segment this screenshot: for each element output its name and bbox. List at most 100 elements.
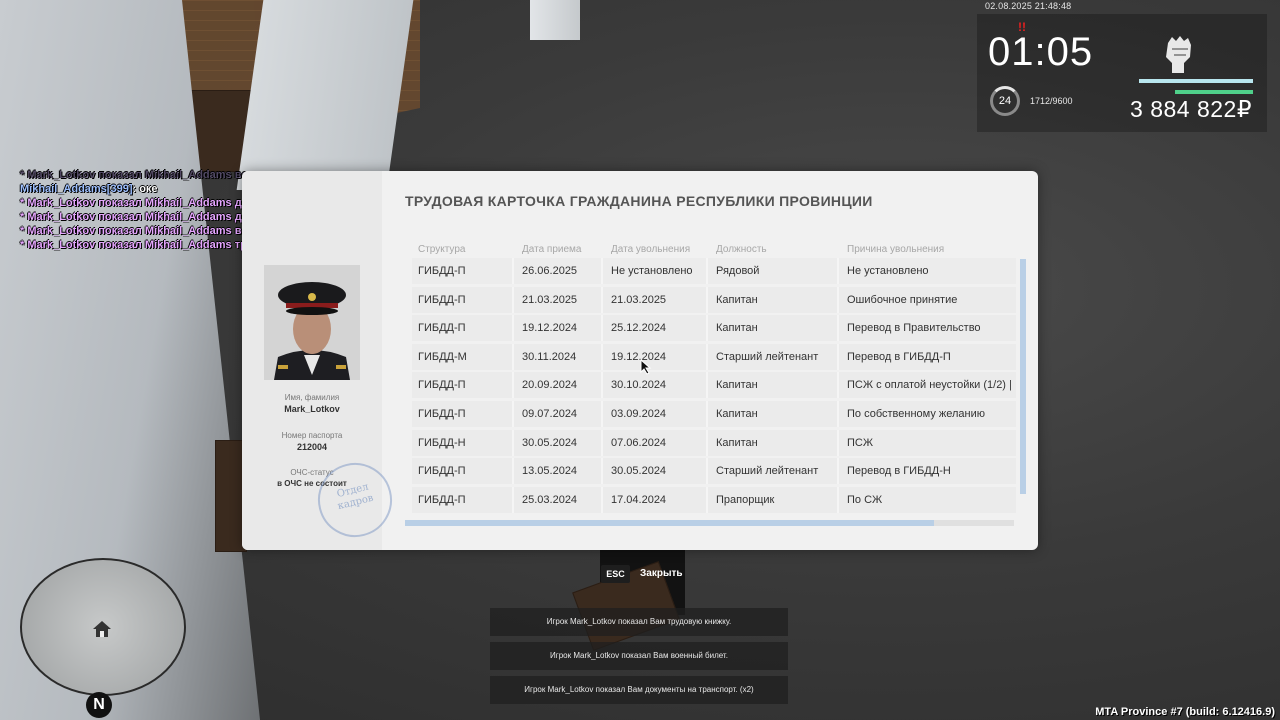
table-cell: Прапорщик [716,493,775,506]
table-cell: Капитан [716,322,758,335]
table-cell: Капитан [716,436,758,449]
level-indicator: 24 [990,86,1020,116]
column-divider [601,343,603,370]
notification: Игрок Mark_Lotkov показал Вам документы … [490,676,788,704]
column-header: Дата увольнения [611,244,691,255]
column-divider [512,258,514,284]
column-divider [706,343,708,370]
column-header: Должность [716,244,767,255]
table-header: Структура Дата приема Дата увольнения До… [418,244,1018,258]
table-cell: 13.05.2024 [522,465,578,478]
table-cell: 25.12.2024 [611,322,667,335]
horizontal-scrollbar[interactable] [405,520,1014,526]
table-cell: 21.03.2025 [522,293,578,306]
column-divider [706,429,708,456]
table-cell: Старший лейтенант [716,465,819,478]
cursor-icon [640,359,652,375]
table-row[interactable]: ГИБДД-П 26.06.2025 Не установлено Рядовой Не… [412,258,1016,284]
table-cell: ГИБДД-П [418,407,466,420]
column-divider [706,286,708,313]
table-row[interactable]: ГИБДД-П 13.05.2024 30.05.2024 Старший лейте… [412,458,1016,485]
pillar [530,0,580,40]
vertical-scroll-thumb[interactable] [1020,259,1026,494]
officer-portrait [264,265,360,380]
table-cell: 21.03.2025 [611,293,667,306]
column-divider [512,315,514,342]
column-divider [512,400,514,427]
table-cell: 25.03.2024 [522,493,578,506]
column-divider [837,343,839,370]
column-divider [512,486,514,513]
pillar [236,0,414,190]
north-icon: N [86,692,112,718]
build-info: MTA Province #7 (build: 6.12416.9) [1095,706,1275,718]
notification: Игрок Mark_Lotkov показал Вам трудовую к… [490,608,788,636]
fist-icon [1166,36,1191,73]
table-cell: ГИБДД-П [418,322,466,335]
table-cell: Капитан [716,407,758,420]
column-header: Дата приема [522,244,582,255]
table-row[interactable]: ГИБДД-Н 30.05.2024 07.06.2024 Капитан ПСЖ [412,429,1016,456]
employment-table[interactable]: ГИБДД-П 26.06.2025 Не установлено Рядовой Не… [412,258,1016,515]
close-button[interactable]: Закрыть [640,568,683,579]
table-row[interactable]: ГИБДД-М 30.11.2024 19.12.2024 Старший лейте… [412,343,1016,370]
table-cell: 07.06.2024 [611,436,667,449]
column-divider [601,258,603,284]
column-divider [512,429,514,456]
column-divider [706,458,708,485]
column-divider [601,429,603,456]
table-cell: Не установлено [611,265,693,277]
notification: Игрок Mark_Lotkov показал Вам военный би… [490,642,788,670]
xp-counter: 1712/9600 [1030,96,1073,106]
esc-key-button[interactable]: ESC [601,565,630,583]
table-row[interactable]: ГИБДД-П 20.09.2024 30.10.2024 Капитан ПСЖ с … [412,372,1016,399]
table-cell: Перевод в Правительство [847,322,981,335]
table-cell: 20.09.2024 [522,379,578,392]
game-scene: 02.08.2025 21:48:48 !! 01:05 24 1712/960… [0,0,1280,720]
column-divider [837,458,839,485]
column-divider [837,315,839,342]
column-divider [601,372,603,399]
money-display: 3 884 822₽ [1130,96,1252,122]
table-row[interactable]: ГИБДД-П 25.03.2024 17.04.2024 Прапорщик По С… [412,486,1016,513]
table-row[interactable]: ГИБДД-П 09.07.2024 03.09.2024 Капитан По соб… [412,400,1016,427]
table-cell: По СЖ [847,493,883,506]
column-divider [601,486,603,513]
table-cell: Рядовой [716,265,760,277]
table-cell: 30.10.2024 [611,379,667,392]
table-cell: ПСЖ с оплатой неустойки (1/2) | [847,379,1012,392]
column-divider [706,486,708,513]
column-divider [512,458,514,485]
table-cell: Старший лейтенант [716,350,819,363]
table-cell: ГИБДД-М [418,350,467,363]
table-cell: 09.07.2024 [522,407,578,420]
profile-photo [264,265,360,380]
column-divider [706,258,708,284]
column-divider [706,315,708,342]
vertical-scrollbar[interactable] [1020,259,1026,494]
table-cell: 30.05.2024 [522,436,578,449]
column-divider [512,286,514,313]
table-cell: ПСЖ [847,436,874,449]
table-cell: Перевод в ГИБДД-Н [847,465,951,478]
table-cell: 19.12.2024 [522,322,578,335]
column-divider [837,486,839,513]
column-divider [837,372,839,399]
column-divider [601,286,603,313]
health-bar [1175,90,1253,94]
card-title: ТРУДОВАЯ КАРТОЧКА ГРАЖДАНИНА РЕСПУБЛИКИ … [405,193,873,209]
table-cell: 19.12.2024 [611,350,667,363]
table-row[interactable]: ГИБДД-П 19.12.2024 25.12.2024 Капитан Перево… [412,315,1016,342]
table-cell: ГИБДД-П [418,465,466,478]
column-divider [837,258,839,284]
house-icon [93,621,111,637]
table-cell: Перевод в ГИБДД-П [847,350,951,363]
table-cell: ГИБДД-Н [418,436,466,449]
passport-label: Номер паспорта [281,431,343,440]
chat-sender: Mikhail_Addams[399] [20,183,133,195]
column-divider [837,429,839,456]
table-row[interactable]: ГИБДД-П 21.03.2025 21.03.2025 Капитан Ошибоч… [412,286,1016,313]
horizontal-scroll-thumb[interactable] [405,520,934,526]
column-header: Структура [418,244,466,255]
column-header: Причина увольнения [847,244,945,255]
